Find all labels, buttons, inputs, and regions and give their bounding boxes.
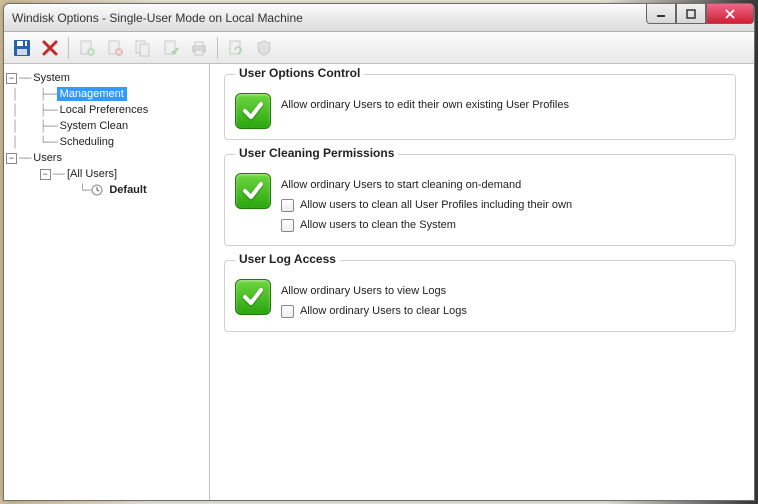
window-controls (646, 4, 754, 24)
page-plus-icon (78, 39, 96, 57)
window-title: Windisk Options - Single-User Mode on Lo… (12, 11, 303, 25)
checkmark-icon (240, 178, 266, 204)
minimize-button[interactable] (646, 4, 676, 24)
tree-scheduling[interactable]: Scheduling (57, 135, 117, 149)
opt-clean-all-profiles-label: Allow users to clean all User Profiles i… (300, 199, 572, 211)
refresh-button[interactable] (224, 36, 248, 60)
floppy-icon (12, 38, 32, 58)
group-user-options-control: User Options Control Allow ordinary User… (224, 74, 736, 140)
printer-icon (190, 39, 208, 57)
x-icon (40, 38, 60, 58)
toggle-clean-ondemand[interactable] (235, 173, 271, 209)
tree-collapse-users[interactable]: − (6, 153, 17, 164)
toolbar (4, 32, 754, 64)
group-title: User Log Access (235, 252, 340, 266)
toggle-view-logs[interactable] (235, 279, 271, 315)
checkbox-clean-all-profiles[interactable] (281, 199, 294, 212)
tree-all-users[interactable]: [All Users] (64, 167, 120, 181)
nav-tree[interactable]: −──System │ ├──Management │ ├──Local Pre… (4, 64, 210, 500)
group-title: User Options Control (235, 66, 364, 80)
content-panel: User Options Control Allow ordinary User… (210, 64, 754, 500)
group-title: User Cleaning Permissions (235, 146, 398, 160)
options-window: Windisk Options - Single-User Mode on Lo… (3, 3, 755, 501)
tree-system-clean[interactable]: System Clean (57, 119, 131, 133)
tree-management[interactable]: Management (57, 87, 127, 101)
tree-collapse-system[interactable]: − (6, 73, 17, 84)
maximize-button[interactable] (676, 4, 706, 24)
toggle-edit-profiles[interactable] (235, 93, 271, 129)
shield-icon (255, 39, 273, 57)
copy-page-button[interactable] (131, 36, 155, 60)
save-button[interactable] (10, 36, 34, 60)
tree-collapse-all-users[interactable]: − (40, 169, 51, 180)
opt-clean-system-label: Allow users to clean the System (300, 219, 456, 231)
refresh-icon (227, 39, 245, 57)
group-log-access: User Log Access Allow ordinary Users to … (224, 260, 736, 332)
toolbar-separator (68, 37, 69, 59)
checkbox-clean-system[interactable] (281, 219, 294, 232)
opt-clean-ondemand-label: Allow ordinary Users to start cleaning o… (281, 179, 521, 191)
page-x-icon (106, 39, 124, 57)
opt-view-logs-label: Allow ordinary Users to view Logs (281, 285, 446, 297)
page-check-icon (162, 39, 180, 57)
titlebar[interactable]: Windisk Options - Single-User Mode on Lo… (4, 4, 754, 32)
tree-default[interactable]: Default (106, 183, 149, 197)
close-button[interactable] (706, 4, 754, 24)
body: −──System │ ├──Management │ ├──Local Pre… (4, 64, 754, 500)
add-page-button[interactable] (75, 36, 99, 60)
print-button[interactable] (187, 36, 211, 60)
tree-users[interactable]: Users (30, 151, 65, 165)
delete-button[interactable] (38, 36, 62, 60)
checkbox-clear-logs[interactable] (281, 305, 294, 318)
group-cleaning-permissions: User Cleaning Permissions Allow ordinary… (224, 154, 736, 246)
clock-icon (90, 183, 104, 197)
toolbar-separator (217, 37, 218, 59)
shield-button[interactable] (252, 36, 276, 60)
opt-clear-logs-label: Allow ordinary Users to clear Logs (300, 305, 467, 317)
remove-page-button[interactable] (103, 36, 127, 60)
checkmark-icon (240, 284, 266, 310)
opt-edit-profiles-label: Allow ordinary Users to edit their own e… (281, 99, 569, 111)
checkmark-icon (240, 98, 266, 124)
page-ok-button[interactable] (159, 36, 183, 60)
page-copy-icon (134, 39, 152, 57)
tree-local-preferences[interactable]: Local Preferences (57, 103, 152, 117)
tree-system[interactable]: System (30, 71, 73, 85)
